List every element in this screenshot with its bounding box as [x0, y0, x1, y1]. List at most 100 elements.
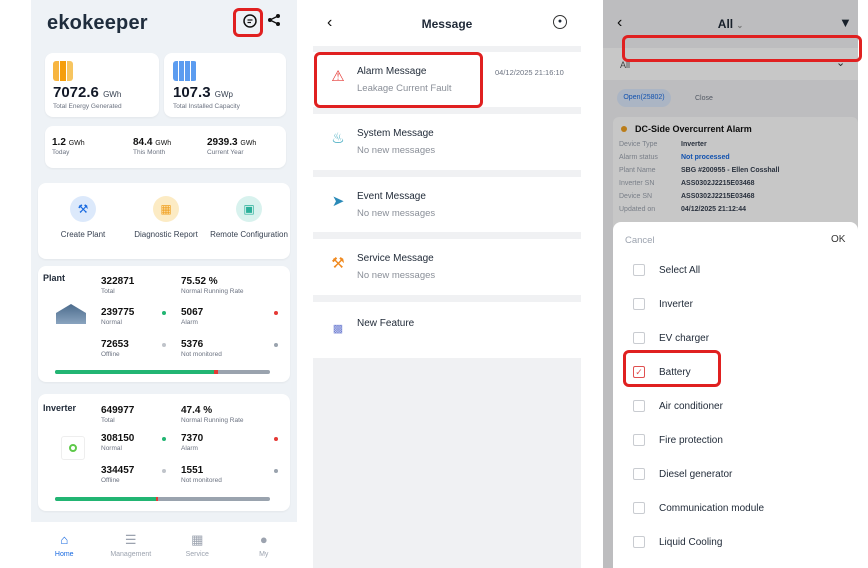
tab-service[interactable]: ▦ Service: [172, 532, 222, 558]
checkbox[interactable]: [633, 434, 645, 446]
new-feature-item[interactable]: ▩ New Feature: [313, 302, 581, 358]
tab-management[interactable]: ☰ Management: [106, 532, 156, 558]
option-label: Inverter: [659, 298, 693, 310]
checkbox[interactable]: [633, 298, 645, 310]
plant-rate: 75.52 %: [181, 276, 218, 287]
offline-dot: [162, 469, 166, 473]
message-header: ‹ Message ●: [313, 0, 581, 46]
event-message-item[interactable]: ➤ Event Message No new messages: [313, 177, 581, 232]
settings-icon[interactable]: ●: [553, 15, 567, 29]
tab-service-label: Service: [185, 551, 209, 558]
plant-alarm: 5067: [181, 307, 204, 318]
offline-dot: [162, 343, 166, 347]
plant-offline: 72653: [101, 339, 129, 350]
plant-card[interactable]: Plant 322871 Total 75.52 % Normal Running …: [38, 266, 290, 382]
option-label: Liquid Cooling: [659, 536, 723, 548]
highlight-alarm-message: [314, 52, 483, 108]
checkbox[interactable]: [633, 264, 645, 276]
checkbox[interactable]: [633, 502, 645, 514]
period-card: 1.2 GWh Today 84.4 GWh This Month 2939.3 G…: [45, 126, 286, 168]
today-value: 1.2: [52, 137, 66, 148]
tab-management-label: Management: [110, 551, 152, 558]
inverter-normal: 308150: [101, 433, 135, 444]
diagnostic-report-label: Diagnostic Report: [134, 230, 198, 239]
service-message-title: Service Message: [357, 253, 434, 264]
remote-configuration-label: Remote Configuration: [210, 230, 288, 239]
service-message-item[interactable]: ⚒ Service Message No new messages: [313, 239, 581, 295]
page-title: Message: [421, 17, 473, 31]
inverter-title: Inverter: [43, 403, 77, 413]
ok-button[interactable]: OK: [831, 234, 845, 245]
option-ev-charger[interactable]: EV charger: [633, 330, 709, 346]
plant-rate-label: Normal Running Rate: [181, 288, 244, 295]
year-unit: GWh: [240, 140, 257, 147]
cancel-button[interactable]: Cancel: [625, 235, 655, 246]
service-message-subtitle: No new messages: [357, 270, 436, 281]
option-communication-module[interactable]: Communication module: [633, 500, 764, 516]
tab-home[interactable]: ⌂ Home: [39, 532, 89, 558]
checkbox[interactable]: [633, 536, 645, 548]
bottom-tab-bar: ⌂ Home ☰ Management ▦ Service ● My: [31, 522, 297, 568]
tab-my-label: My: [259, 551, 269, 558]
system-message-item[interactable]: ♨ System Message No new messages: [313, 114, 581, 170]
capacity-unit: GWp: [214, 90, 233, 99]
option-inverter[interactable]: Inverter: [633, 296, 693, 312]
create-plant-label: Create Plant: [60, 230, 106, 239]
wrench-icon: ⚒: [70, 196, 96, 222]
inverter-offline: 334457: [101, 465, 135, 476]
plant-not-monitored: 5376: [181, 339, 204, 350]
today-label: Today: [52, 149, 70, 156]
inverter-device-icon: [61, 436, 85, 460]
option-label: Communication module: [659, 502, 765, 514]
option-label: Fire protection: [659, 434, 723, 446]
normal-dot: [162, 311, 166, 315]
home-icon: ⌂: [60, 532, 69, 547]
option-air-conditioner[interactable]: Air conditioner: [633, 398, 723, 414]
year-label: Current Year: [207, 149, 244, 156]
capacity-card: 107.3 GWp Total Installed Capacity: [164, 53, 286, 117]
remote-configuration-button[interactable]: ▣ Remote Configuration: [208, 196, 290, 239]
profile-icon: ●: [259, 532, 268, 547]
option-label: Diesel generator: [659, 468, 733, 480]
diagnostic-report-button[interactable]: ▦ Diagnostic Report: [126, 196, 206, 239]
energy-value: 7072.6: [53, 84, 99, 101]
inverter-card[interactable]: Inverter 649977 Total 47.4 % Normal Runnin…: [38, 394, 290, 511]
option-select-all[interactable]: Select All: [633, 262, 700, 278]
plant-total-label: Total: [101, 288, 115, 295]
document-icon: ▦: [153, 196, 179, 222]
tab-my[interactable]: ● My: [239, 532, 289, 558]
plant-total: 322871: [101, 276, 135, 287]
plant-offline-label: Offline: [101, 351, 120, 358]
create-plant-button[interactable]: ⚒ Create Plant: [43, 196, 123, 239]
share-icon[interactable]: [265, 13, 283, 31]
checkbox[interactable]: [633, 400, 645, 412]
plant-status-bar: [55, 370, 270, 374]
home-screen: ekokeeper 7072.6 GWh Total Energy Genera…: [31, 0, 297, 568]
alarm-dot: [274, 311, 278, 315]
inverter-status-bar: [55, 497, 270, 501]
bell-icon: ♨: [331, 130, 345, 147]
checkbox[interactable]: [633, 332, 645, 344]
energy-card: 7072.6 GWh Total Energy Generated: [45, 53, 159, 117]
new-feature-title: New Feature: [357, 318, 415, 329]
checkbox[interactable]: [633, 468, 645, 480]
month-unit: GWh: [155, 140, 172, 147]
house-icon: [56, 304, 86, 324]
service-icon: ▦: [191, 532, 204, 547]
energy-unit: GWh: [103, 90, 122, 99]
not-monitored-dot: [274, 469, 278, 473]
inverter-normal-label: Normal: [101, 445, 122, 452]
normal-dot: [162, 437, 166, 441]
inverter-alarm: 7370: [181, 433, 204, 444]
option-label: Select All: [659, 264, 701, 276]
option-diesel-generator[interactable]: Diesel generator: [633, 466, 732, 482]
option-liquid-cooling[interactable]: Liquid Cooling: [633, 534, 722, 550]
monitor-icon: ▣: [236, 196, 262, 222]
alarm-filter-screen: ‹ All ⌄ ▼ All ⌄ Open(25802) Close DC-Sid…: [603, 0, 858, 568]
option-fire-protection[interactable]: Fire protection: [633, 432, 723, 448]
month-label: This Month: [133, 149, 166, 156]
energy-label: Total Energy Generated: [53, 103, 122, 110]
tab-home-label: Home: [54, 551, 74, 558]
app-logo: ekokeeper: [47, 12, 148, 34]
option-label: Air conditioner: [659, 400, 723, 412]
